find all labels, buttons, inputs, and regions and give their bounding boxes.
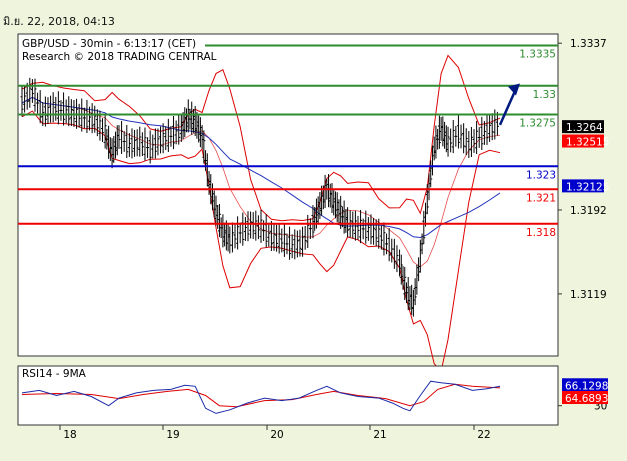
level-label: 1.3275	[519, 118, 556, 130]
x-tick-label: 21	[373, 429, 386, 441]
price-marker-label: 1.3264	[566, 122, 603, 134]
price-marker: 1.32125	[562, 179, 609, 193]
chart-title: GBP/USD - 30min - 6:13:17 (CET)	[22, 38, 196, 50]
x-tick-label: 18	[63, 429, 76, 441]
level-label: 1.323	[526, 169, 556, 181]
chart-svg: GBP/USD - 30min - 6:13:17 (CET)Research …	[17, 33, 609, 441]
rsi-marker: 66.1298	[562, 378, 608, 392]
price-marker: 1.3264	[562, 120, 604, 134]
rsi-title: RSI14 - 9MA	[22, 368, 87, 380]
level-label: 1.3335	[519, 49, 556, 61]
y-tick-label: 1.3119	[570, 289, 607, 301]
rsi-marker-label: 66.1298	[565, 380, 608, 392]
price-marker-label: 1.32515	[566, 137, 609, 149]
x-axis: 18 19 20 21 22	[59, 425, 491, 441]
rsi-marker: 64.6893	[562, 391, 608, 405]
level-label: 1.321	[526, 192, 556, 204]
x-tick-label: 19	[166, 429, 179, 441]
price-marker-label: 1.32125	[566, 181, 609, 193]
chart-container: GBP/USD - 30min - 6:13:17 (CET) Research …	[0, 0, 627, 457]
x-tick-label: 20	[270, 429, 283, 441]
rsi-panel: RSI14 - 9MA3066.129864.6893	[17, 365, 608, 426]
price-plot-area	[17, 33, 559, 357]
price-marker: 1.32515	[562, 134, 609, 149]
x-tick-label: 22	[477, 429, 490, 441]
level-label: 1.318	[526, 227, 556, 239]
level-label: 1.33	[533, 89, 556, 101]
y-tick-label: 1.3192	[570, 205, 607, 217]
y-tick-label: 1.3337	[570, 38, 607, 50]
rsi-marker-label: 64.6893	[565, 393, 608, 405]
chart-subtitle: Research © 2018 TRADING CENTRAL	[22, 51, 217, 63]
price-panel: GBP/USD - 30min - 6:13:17 (CET)Research …	[17, 33, 609, 373]
